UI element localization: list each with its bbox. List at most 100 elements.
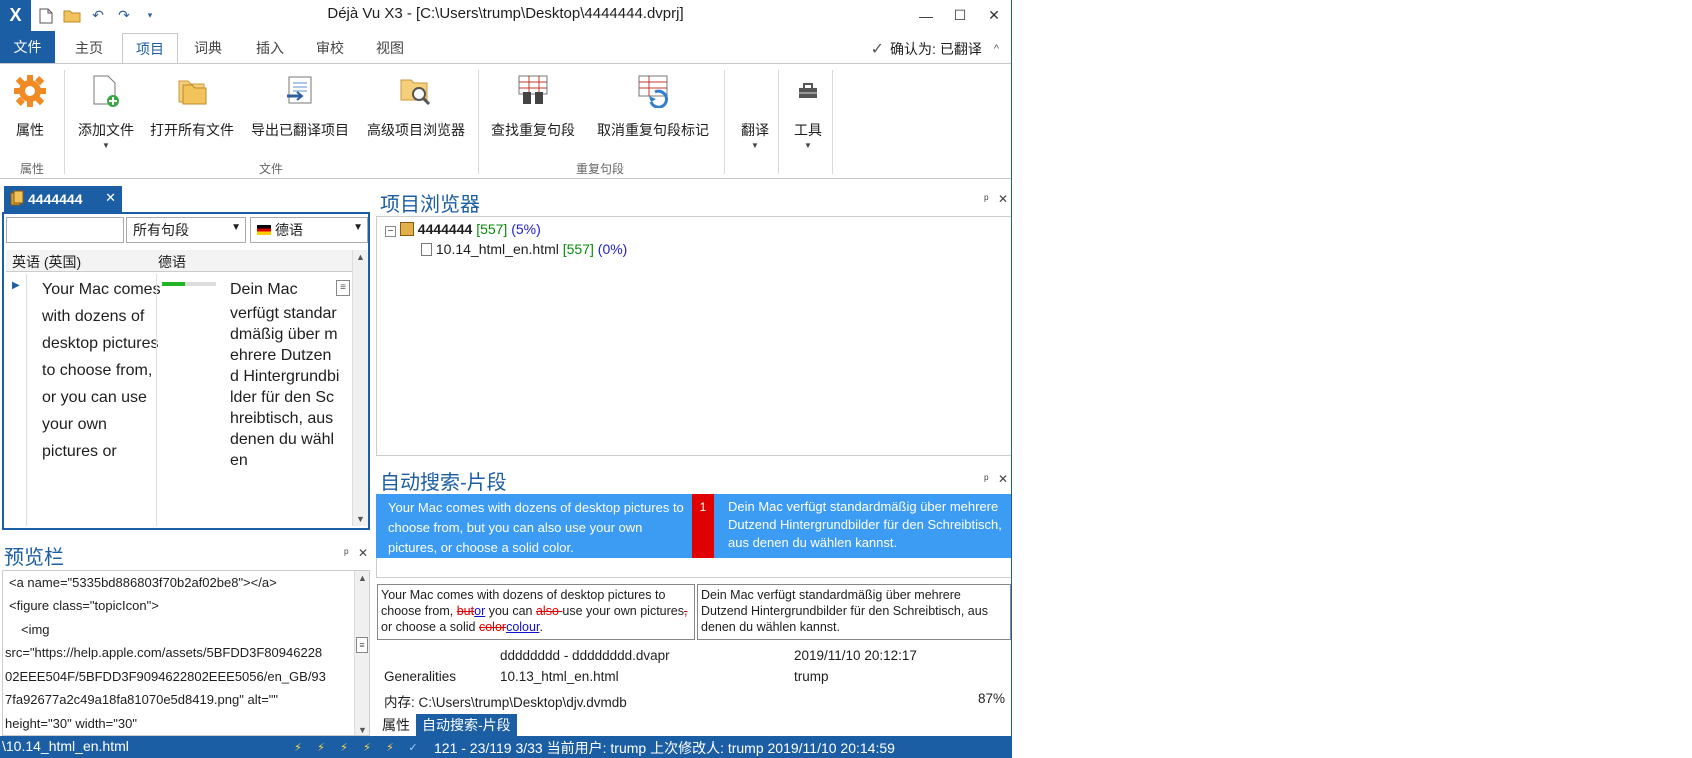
scroll-down-icon[interactable]: ▼ — [358, 725, 367, 735]
confirm-as-control[interactable]: ✓ 确认为: 已翻译 ^ — [871, 39, 999, 59]
status-path: \10.14_html_en.html — [2, 738, 129, 754]
lightning-icon[interactable]: ⚡ — [380, 738, 400, 756]
match-file: 10.13_html_en.html — [500, 669, 619, 684]
properties-button[interactable]: 属性 — [6, 68, 54, 154]
preview-line: <img — [21, 622, 50, 637]
find-duplicates-label: 查找重复句段 — [491, 122, 575, 138]
filter-row: 所有句段 ▼ 德语 ▼ — [4, 214, 368, 246]
lightning-icon[interactable]: ⚡ — [311, 738, 331, 756]
tab-file[interactable]: 文件 — [0, 31, 55, 63]
target-cell[interactable]: Dein Mac verfügt standardmäßig über mehr… — [230, 276, 340, 471]
match-date: 2019/11/10 20:12:17 — [794, 648, 917, 663]
tab-properties[interactable]: 属性 — [376, 714, 416, 736]
segment-progress — [162, 282, 216, 286]
toolbox-icon — [788, 68, 828, 114]
group-label-duplicates: 重复句段 — [575, 162, 624, 176]
minimize-button[interactable]: — — [909, 0, 943, 31]
language-select[interactable]: 德语 ▼ — [250, 217, 368, 243]
close-icon[interactable]: ✕ — [998, 192, 1008, 206]
tree-child[interactable]: 10.14_html_en.html [557] (0%) — [421, 241, 627, 257]
segment-row[interactable]: ▶ Your Mac comes with dozens of desktop … — [6, 274, 354, 526]
scroll-thumb[interactable]: ≡ — [356, 637, 368, 653]
preview-scrollbar[interactable]: ▲ ≡ ▼ — [354, 571, 369, 735]
properties-label: 属性 — [16, 122, 44, 138]
tab-view[interactable]: 视图 — [368, 33, 412, 63]
tab-home[interactable]: 主页 — [64, 33, 114, 63]
scroll-up-icon[interactable]: ▲ — [356, 252, 365, 262]
lightning-icon[interactable]: ⚡ — [288, 738, 308, 756]
tab-insert[interactable]: 插入 — [248, 33, 292, 63]
chevron-down-icon: ▼ — [231, 222, 241, 233]
column-source[interactable]: 英语 (英国) — [12, 252, 81, 272]
translate-label: 翻译 — [741, 122, 769, 138]
tree-child-name: 10.14_html_en.html — [435, 241, 559, 257]
advanced-browser-label: 高级项目浏览器 — [367, 122, 465, 138]
ribbon: 属性 添加文件 ▼ 打开所有文件 导出已翻译项目 高级项目浏览器 查找重复句段 … — [0, 63, 1011, 179]
autosearch-list-area — [376, 558, 1011, 578]
source-cell[interactable]: Your Mac comes with dozens of desktop pi… — [42, 276, 162, 465]
project-browser-body: − 4444444 [557] (5%) 10.14_html_en.html … — [376, 216, 1011, 456]
lightning-icon[interactable]: ⚡ — [334, 738, 354, 756]
close-button[interactable]: ✕ — [977, 0, 1011, 31]
advanced-browser-button[interactable]: 高级项目浏览器 — [358, 68, 474, 154]
match-subject: Generalities — [384, 669, 457, 684]
lightning-icon[interactable]: ⚡ — [357, 738, 377, 756]
diff-text: . — [539, 620, 543, 634]
gear-icon — [10, 68, 50, 114]
tab-autosearch[interactable]: 自动搜索-片段 — [416, 714, 517, 736]
close-icon[interactable]: ✕ — [358, 546, 368, 560]
diff-deletion: also — [535, 604, 563, 618]
preview-line: 7fa92677a2c49a18fa81070e5d8419.png" alt=… — [5, 692, 279, 707]
open-all-label: 打开所有文件 — [150, 122, 234, 138]
open-all-files-button[interactable]: 打开所有文件 — [142, 68, 242, 154]
chevron-down-icon: ▼ — [353, 222, 363, 233]
autosearch-match[interactable]: Your Mac comes with dozens of desktop pi… — [376, 494, 1011, 558]
add-file-button[interactable]: 添加文件 ▼ — [74, 68, 138, 154]
check-lightning-icon[interactable]: ✓ — [403, 738, 423, 756]
export-translated-button[interactable]: 导出已翻译项目 — [244, 68, 356, 154]
tools-button[interactable]: 工具 ▼ — [780, 68, 836, 154]
document-tabstrip: 4444444 ✕ — [0, 184, 370, 212]
preview-line: height="30" width="30" — [5, 716, 137, 731]
scroll-up-icon[interactable]: ▲ — [358, 573, 367, 583]
filter-input[interactable] — [6, 217, 124, 243]
tab-project[interactable]: 项目 — [122, 33, 178, 63]
collapse-icon[interactable]: − — [385, 226, 396, 237]
project-icon — [399, 222, 414, 236]
status-bar: \10.14_html_en.html ⚡ ⚡ ⚡ ⚡ ⚡ ✓ 121 - 23… — [0, 736, 1011, 758]
diff-deletion: , — [683, 604, 688, 618]
pin-icon[interactable]: ᵖ — [344, 546, 349, 560]
cell-scroll-icon[interactable]: ≡ — [336, 280, 350, 296]
close-icon[interactable]: ✕ — [105, 190, 116, 206]
open-folders-icon — [172, 68, 212, 114]
language-value: 德语 — [275, 222, 303, 238]
diff-insertion: colour — [506, 620, 540, 634]
tools-label: 工具 — [794, 122, 822, 138]
tree-root[interactable]: − 4444444 [557] (5%) — [385, 221, 541, 237]
grid-scrollbar[interactable]: ▲ ▼ — [352, 250, 368, 526]
cancel-duplicates-button[interactable]: 取消重复句段标记 — [586, 68, 720, 154]
preview-line: <figure class="topicIcon"> — [9, 598, 159, 613]
tree-root-name: 4444444 — [417, 221, 473, 237]
scroll-down-icon[interactable]: ▼ — [356, 514, 365, 524]
check-icon: ✓ — [870, 41, 885, 58]
find-duplicates-button[interactable]: 查找重复句段 — [484, 68, 582, 154]
document-tab[interactable]: 4444444 ✕ — [4, 186, 122, 212]
match-source: Your Mac comes with dozens of desktop pi… — [388, 500, 684, 555]
column-divider — [26, 274, 27, 526]
tab-review[interactable]: 审校 — [308, 33, 352, 63]
group-label-file: 文件 — [258, 162, 283, 176]
close-icon[interactable]: ✕ — [998, 472, 1008, 486]
collapse-ribbon-icon[interactable]: ^ — [994, 43, 999, 55]
pin-icon[interactable]: ᵖ — [984, 192, 989, 206]
column-divider — [156, 274, 157, 526]
column-target[interactable]: 德语 — [158, 252, 186, 272]
translate-button[interactable]: 翻译 ▼ — [728, 68, 782, 154]
preview-line: <a name="5335bd886803f70b2af02be8"></a> — [9, 575, 277, 590]
tab-dictionary[interactable]: 词典 — [186, 33, 230, 63]
pin-icon[interactable]: ᵖ — [984, 472, 989, 486]
tree-child-percent: (0%) — [597, 241, 628, 257]
maximize-button[interactable]: ☐ — [943, 0, 977, 31]
segment-filter-select[interactable]: 所有句段 ▼ — [126, 217, 246, 243]
target-rest: verfügt standardmäßig über mehrere Dutze… — [230, 305, 340, 469]
